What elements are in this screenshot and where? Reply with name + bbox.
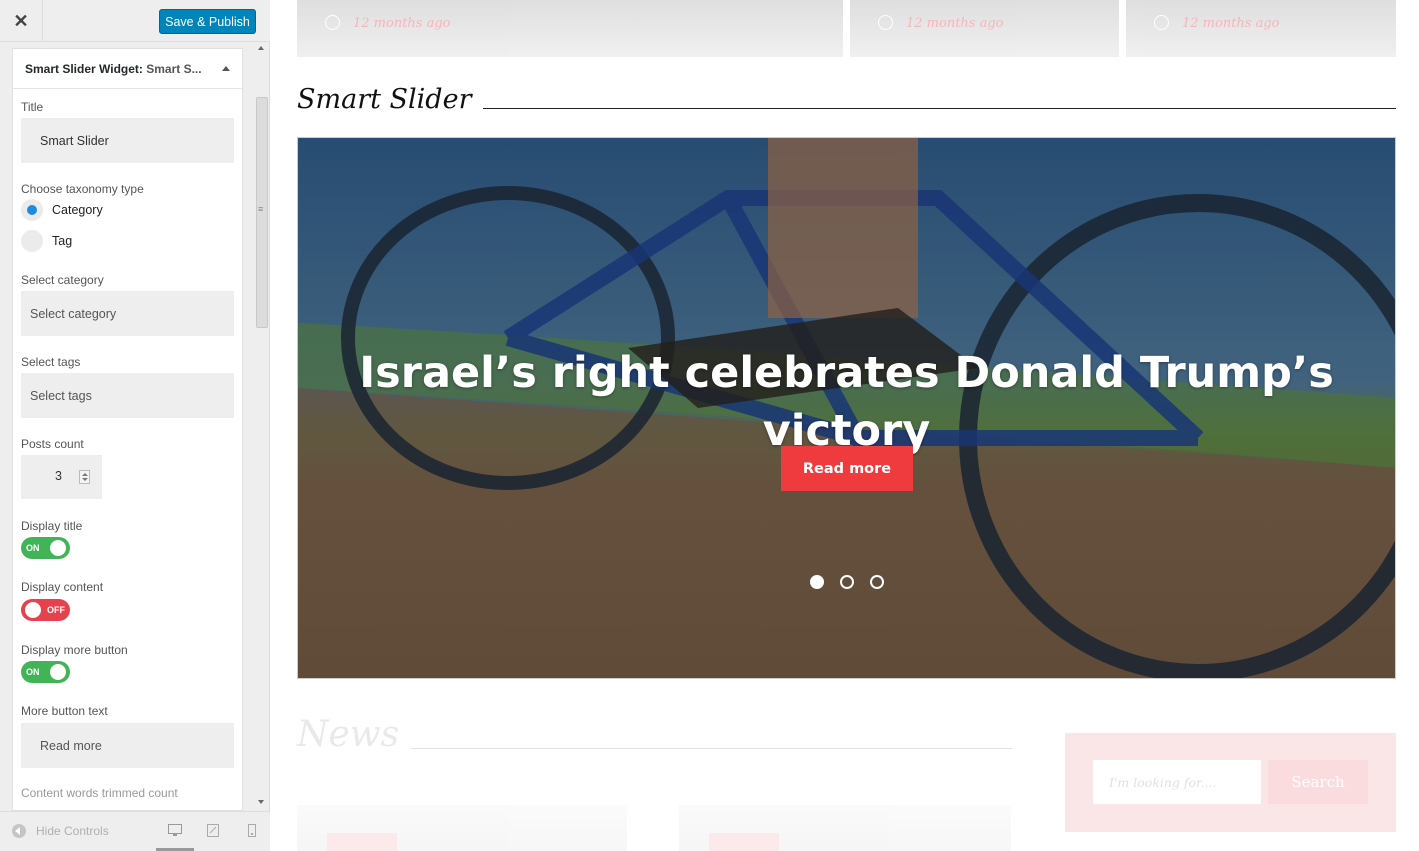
- tags-select[interactable]: Select tags: [21, 373, 234, 418]
- category-label: Select category: [21, 273, 104, 287]
- news-card[interactable]: [297, 805, 627, 851]
- radio-tag-button[interactable]: [21, 230, 43, 252]
- clock-icon: [1154, 15, 1169, 30]
- panel-header: ✕ Save & Publish: [0, 0, 270, 42]
- trim-count-label: Content words trimmed count: [21, 786, 178, 800]
- toggle-state: ON: [26, 667, 40, 677]
- smart-slider-heading: Smart Slider: [297, 84, 1396, 115]
- news-heading: News: [297, 714, 1012, 755]
- scroll-up-arrow-icon[interactable]: [258, 46, 264, 50]
- slider-dot[interactable]: [870, 575, 884, 589]
- slider-dot[interactable]: [810, 575, 824, 589]
- clock-icon: [325, 15, 340, 30]
- post-date: 12 months ago: [353, 16, 451, 31]
- toggle-state: OFF: [47, 605, 65, 615]
- radio-category[interactable]: Category: [21, 199, 103, 221]
- category-badge: [709, 833, 779, 851]
- title-input[interactable]: Smart Slider: [21, 118, 234, 163]
- category-select[interactable]: Select category: [21, 291, 234, 336]
- customizer-panel: ✕ Save & Publish Smart Slider Widget: Sm…: [0, 0, 270, 851]
- tags-label: Select tags: [21, 355, 81, 369]
- desktop-icon[interactable]: [168, 824, 182, 837]
- hide-controls-button[interactable]: Hide Controls: [12, 824, 109, 838]
- toggle-knob: [50, 664, 66, 680]
- close-icon: ✕: [13, 10, 29, 31]
- collapse-arrow-icon[interactable]: [222, 66, 230, 71]
- posts-count-input[interactable]: 3: [21, 455, 102, 499]
- display-content-toggle[interactable]: OFF: [21, 599, 70, 621]
- toggle-state: ON: [26, 543, 40, 553]
- news-card[interactable]: [679, 805, 1011, 851]
- section-title: News: [297, 714, 400, 755]
- post-card[interactable]: 12 months ago: [1126, 0, 1396, 57]
- toggle-knob: [25, 602, 41, 618]
- collapse-icon: [12, 824, 26, 838]
- smart-slider-widget: Smart Slider Widget: Smart S... Title Sm…: [12, 48, 243, 811]
- radio-tag[interactable]: Tag: [21, 230, 72, 252]
- radio-category-button[interactable]: [21, 199, 43, 221]
- title-label: Title: [21, 100, 44, 114]
- clock-icon: [878, 15, 893, 30]
- taxonomy-label: Choose taxonomy type: [21, 182, 144, 196]
- display-more-label: Display more button: [21, 643, 128, 657]
- save-publish-button[interactable]: Save & Publish: [159, 9, 256, 34]
- slider-dot[interactable]: [840, 575, 854, 589]
- mobile-icon[interactable]: [245, 824, 259, 837]
- scroll-down-arrow-icon[interactable]: [258, 800, 264, 804]
- search-input[interactable]: I'm looking for....: [1093, 760, 1261, 804]
- display-title-toggle[interactable]: ON: [21, 537, 70, 559]
- read-more-button[interactable]: Read more: [781, 446, 913, 491]
- post-card[interactable]: 12 months ago: [850, 0, 1119, 57]
- tablet-icon[interactable]: [206, 824, 220, 837]
- smart-slider[interactable]: Israel’s right celebrates Donald Trump’s…: [297, 137, 1396, 679]
- hide-controls-label: Hide Controls: [36, 824, 109, 838]
- post-card[interactable]: 12 months ago: [297, 0, 843, 57]
- display-more-toggle[interactable]: ON: [21, 661, 70, 683]
- display-title-label: Display title: [21, 519, 83, 533]
- close-customizer-button[interactable]: ✕: [0, 0, 43, 42]
- more-text-label: More button text: [21, 704, 108, 718]
- category-badge: [327, 833, 397, 851]
- post-date: 12 months ago: [906, 16, 1004, 31]
- widget-header[interactable]: Smart Slider Widget: Smart S...: [13, 49, 242, 89]
- posts-count-label: Posts count: [21, 437, 84, 451]
- slide-title: Israel’s right celebrates Donald Trump’s…: [359, 348, 1334, 456]
- number-spinner-icon[interactable]: [79, 470, 90, 484]
- section-title: Smart Slider: [297, 84, 472, 115]
- scroll-thumb[interactable]: [256, 97, 268, 328]
- widget-title: Smart Slider Widget: Smart S...: [25, 61, 202, 76]
- panel-footer: Hide Controls: [0, 811, 270, 851]
- display-content-label: Display content: [21, 580, 104, 594]
- section-rule: [411, 748, 1012, 749]
- post-date: 12 months ago: [1182, 16, 1280, 31]
- site-preview: 12 months ago 12 months ago 12 months ag…: [271, 0, 1419, 851]
- radio-category-label: Category: [52, 203, 103, 217]
- customizer-screen: ✕ Save & Publish Smart Slider Widget: Sm…: [0, 0, 1419, 851]
- radio-tag-label: Tag: [52, 234, 73, 248]
- posts-count-value: 3: [55, 469, 62, 483]
- search-widget: I'm looking for.... Search: [1065, 733, 1396, 832]
- panel-scrollbar[interactable]: [255, 42, 269, 808]
- section-rule: [483, 108, 1396, 109]
- search-button[interactable]: Search: [1268, 760, 1368, 804]
- slider-pagination: [810, 575, 884, 589]
- toggle-knob: [50, 540, 66, 556]
- more-text-input[interactable]: Read more: [21, 723, 234, 768]
